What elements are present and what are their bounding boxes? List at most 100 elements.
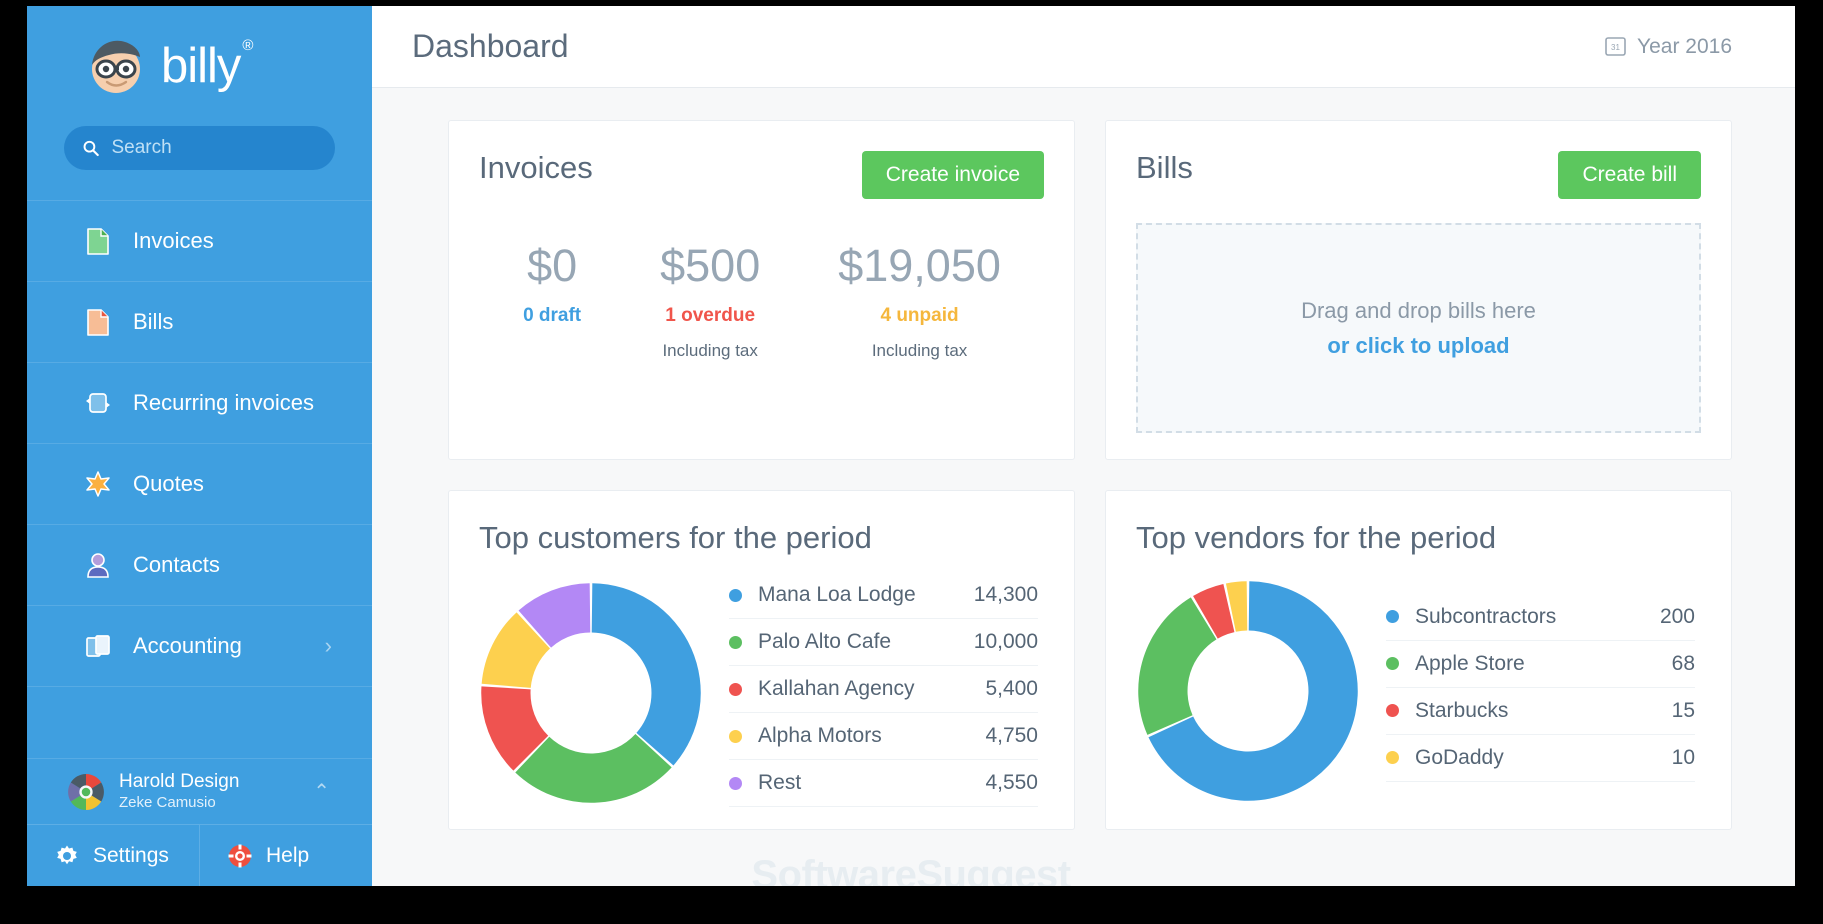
legend-row[interactable]: Starbucks 15 xyxy=(1386,688,1695,735)
legend-value: 14,300 xyxy=(974,583,1038,607)
legend-value: 68 xyxy=(1672,652,1695,676)
legend-row[interactable]: Kallahan Agency 5,400 xyxy=(729,666,1038,713)
stat-amount: $19,050 xyxy=(838,241,1001,291)
legend-row[interactable]: GoDaddy10 xyxy=(1386,735,1695,782)
invoices-card-header: Invoices Create invoice xyxy=(479,151,1044,199)
sidebar-item-recurring-invoices[interactable]: Recurring invoices xyxy=(27,362,372,443)
accounting-books-icon xyxy=(85,632,111,660)
stat-overdue: $500 1 overdue Including tax xyxy=(660,241,760,361)
top-customers-legend: Mana Loa Lodge 14,300 Palo Alto Cafe 10,000… xyxy=(729,579,1044,807)
top-bar: Dashboard 31 Year 2016 xyxy=(372,6,1795,88)
brand-logo[interactable]: billy® xyxy=(27,6,372,126)
legend-row[interactable]: Mana Loa Lodge 14,300 xyxy=(729,579,1038,619)
donut-slice xyxy=(592,583,701,765)
cards-grid: Invoices Create invoice $0 0 draft $500 … xyxy=(448,120,1732,830)
sidebar-item-contacts[interactable]: Contacts xyxy=(27,524,372,605)
calendar-icon: 31 xyxy=(1605,36,1626,57)
legend-row[interactable]: Palo Alto Cafe 10,000 xyxy=(729,619,1038,666)
sidebar-item-label: Invoices xyxy=(133,228,214,254)
legend-label: Rest xyxy=(758,771,801,795)
sidebar-item-accounting[interactable]: Accounting › xyxy=(27,605,372,686)
bill-document-icon xyxy=(85,308,111,336)
life-ring-icon xyxy=(228,844,252,868)
legend-label: Kallahan Agency xyxy=(758,677,914,701)
legend-row[interactable]: Rest 4,550 xyxy=(729,760,1038,807)
legend-color-dot xyxy=(729,730,742,743)
main-area: Dashboard 31 Year 2016 Invoices Create i… xyxy=(372,6,1795,886)
settings-button[interactable]: Settings xyxy=(27,825,199,886)
legend-row[interactable]: Subcontractors 200 xyxy=(1386,601,1695,641)
invoices-title: Invoices xyxy=(479,151,593,185)
legend-value: 10 xyxy=(1672,746,1695,770)
search-container xyxy=(27,126,372,200)
billy-face-logo-icon xyxy=(85,35,147,97)
dropzone-main-text: Drag and drop bills here xyxy=(1301,298,1536,324)
bills-dropzone[interactable]: Drag and drop bills here or click to upl… xyxy=(1136,223,1701,433)
recurring-invoices-icon xyxy=(85,389,111,417)
legend-row[interactable]: Alpha Motors 4,750 xyxy=(729,713,1038,760)
brand-name: billy® xyxy=(161,42,250,91)
quote-star-icon xyxy=(85,470,111,498)
legend-value: 200 xyxy=(1660,605,1695,629)
legend-color-dot xyxy=(1386,751,1399,764)
search-input[interactable] xyxy=(111,137,317,159)
legend-label: Subcontractors xyxy=(1415,605,1556,629)
legend-color-dot xyxy=(729,683,742,696)
legend-color-dot xyxy=(729,777,742,790)
sidebar-nav: Invoices Bills Recurring invoices Quotes xyxy=(27,200,372,758)
chevron-right-icon: › xyxy=(325,633,332,659)
legend-row[interactable]: Apple Store 68 xyxy=(1386,641,1695,688)
top-customers-chart-body: Mana Loa Lodge 14,300 Palo Alto Cafe 10,000… xyxy=(479,579,1044,807)
dashboard-content: Invoices Create invoice $0 0 draft $500 … xyxy=(372,88,1795,830)
stat-label: 4 unpaid xyxy=(838,305,1001,327)
help-button[interactable]: Help xyxy=(199,825,372,886)
top-vendors-card: Top vendors for the period Subcontractor… xyxy=(1105,490,1732,830)
bills-title: Bills xyxy=(1136,151,1193,185)
legend-label: Mana Loa Lodge xyxy=(758,583,916,607)
legend-value: 5,400 xyxy=(985,677,1038,701)
user-account-row[interactable]: Harold Design Zeke Camusio ⌃ xyxy=(27,758,372,824)
sidebar-item-label: Recurring invoices xyxy=(133,390,314,416)
stat-amount: $0 xyxy=(522,241,582,291)
legend-color-dot xyxy=(729,636,742,649)
contact-person-icon xyxy=(85,551,111,579)
period-selector[interactable]: 31 Year 2016 xyxy=(1605,35,1732,59)
top-vendors-donut-chart xyxy=(1136,579,1360,803)
legend-value: 10,000 xyxy=(974,630,1038,654)
legend-value: 4,550 xyxy=(985,771,1038,795)
legend-label: Palo Alto Cafe xyxy=(758,630,891,654)
sidebar-item-label: Bills xyxy=(133,309,173,335)
legend-value: 4,750 xyxy=(985,724,1038,748)
create-invoice-button[interactable]: Create invoice xyxy=(862,151,1044,199)
legend-label: Starbucks xyxy=(1415,699,1508,723)
legend-label: Apple Store xyxy=(1415,652,1525,676)
user-company: Harold Design xyxy=(119,771,239,793)
legend-value: 15 xyxy=(1672,699,1695,723)
sidebar-item-label: Quotes xyxy=(133,471,204,497)
pinwheel-avatar xyxy=(67,773,105,811)
top-customers-title: Top customers for the period xyxy=(479,521,1044,555)
registered-mark: ® xyxy=(242,37,252,54)
sidebar-item-quotes[interactable]: Quotes xyxy=(27,443,372,524)
sidebar-item-bills[interactable]: Bills xyxy=(27,281,372,362)
invoice-document-icon xyxy=(85,227,111,255)
search-box[interactable] xyxy=(64,126,335,170)
page-title: Dashboard xyxy=(412,28,569,65)
legend-color-dot xyxy=(1386,704,1399,717)
stat-label: 1 overdue xyxy=(660,305,760,327)
search-icon xyxy=(82,138,99,158)
invoices-card: Invoices Create invoice $0 0 draft $500 … xyxy=(448,120,1075,460)
dropzone-upload-link[interactable]: or click to upload xyxy=(1327,333,1509,359)
gear-icon xyxy=(55,844,79,868)
top-customers-card: Top customers for the period Mana Loa Lo… xyxy=(448,490,1075,830)
period-label: Year 2016 xyxy=(1637,35,1732,59)
sidebar-item-label: Accounting xyxy=(133,633,242,659)
chevron-up-icon: ⌃ xyxy=(313,779,330,804)
legend-label: Alpha Motors xyxy=(758,724,882,748)
bills-card: Bills Create bill Drag and drop bills he… xyxy=(1105,120,1732,460)
sidebar-item-invoices[interactable]: Invoices xyxy=(27,200,372,281)
stat-note: Including tax xyxy=(660,341,760,361)
top-vendors-legend: Subcontractors 200 Apple Store 68 Starbucks 1… xyxy=(1386,601,1701,782)
create-bill-button[interactable]: Create bill xyxy=(1558,151,1701,199)
stat-note: Including tax xyxy=(838,341,1001,361)
